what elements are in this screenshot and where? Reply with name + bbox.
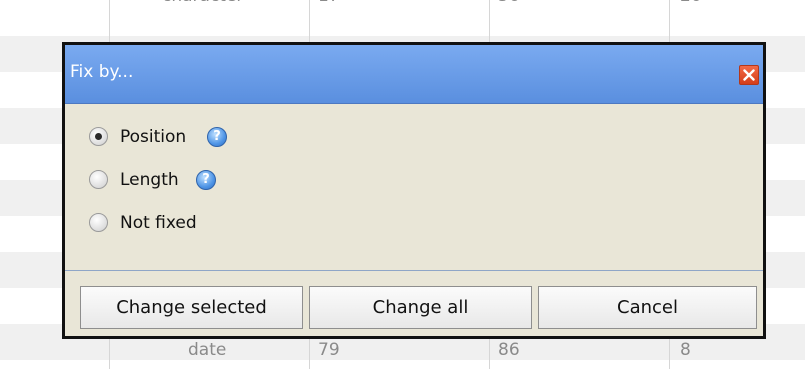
radio-selected-dot: [95, 133, 102, 140]
cancel-button[interactable]: Cancel: [538, 286, 757, 329]
table-cell: 20: [680, 0, 702, 14]
fix-by-dialog: Fix by... Position ? Length ? Not fixed …: [62, 42, 766, 339]
change-selected-button[interactable]: Change selected: [80, 286, 303, 329]
change-all-button[interactable]: Change all: [309, 286, 532, 329]
not-fixed-radio[interactable]: [89, 213, 108, 232]
table-cell: 56: [498, 0, 520, 14]
dialog-titlebar[interactable]: Fix by...: [65, 45, 763, 104]
option-position[interactable]: Position ?: [89, 125, 269, 149]
dialog-title: Fix by...: [70, 62, 134, 82]
length-radio[interactable]: [89, 170, 108, 189]
button-area-divider: [65, 270, 763, 271]
close-button[interactable]: [739, 65, 759, 85]
option-not-fixed[interactable]: Not fixed: [89, 211, 269, 235]
table-cell: 17: [318, 0, 340, 14]
option-label: Length: [120, 170, 179, 190]
option-label: Position: [120, 127, 187, 147]
position-radio[interactable]: [89, 127, 108, 146]
fix-options: Position ? Length ? Not fixed: [65, 105, 763, 270]
option-length[interactable]: Length ?: [89, 168, 269, 192]
help-icon[interactable]: ?: [196, 170, 216, 190]
close-icon: [743, 69, 755, 81]
table-cell: character: [162, 0, 243, 14]
option-label: Not fixed: [120, 213, 197, 233]
help-icon[interactable]: ?: [207, 127, 227, 147]
